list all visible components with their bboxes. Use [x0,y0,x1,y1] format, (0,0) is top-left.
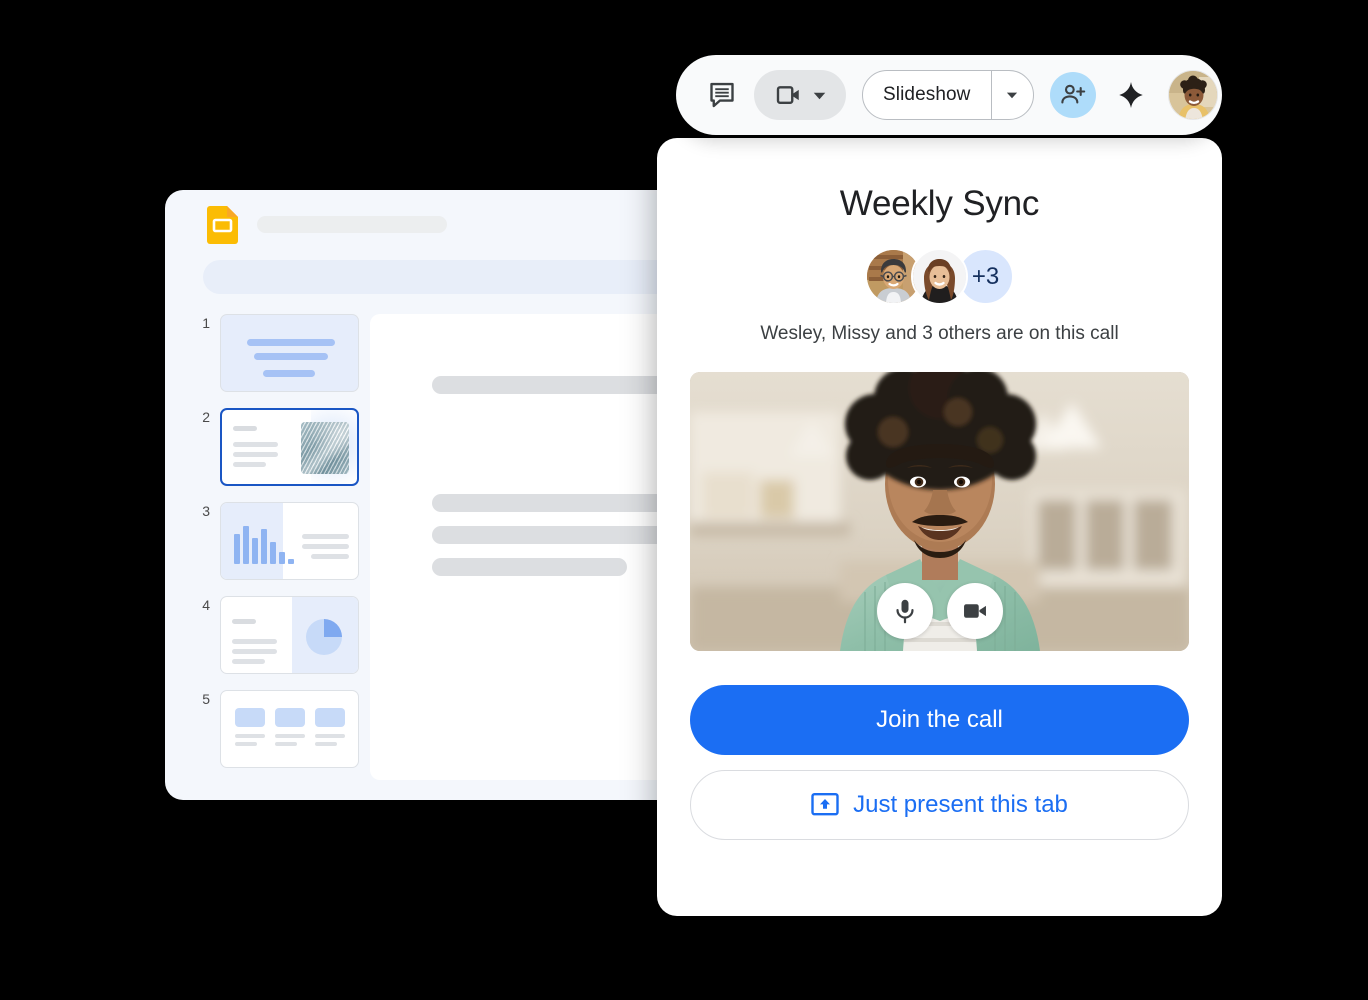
filmstrip-slide-2[interactable]: 2 [192,408,359,486]
preview-controls [876,583,1003,639]
gemini-sparkle-button[interactable] [1110,74,1152,116]
avatar-image [913,250,966,303]
chat-button[interactable] [698,71,746,119]
participant-avatars: +3 [657,248,1222,305]
chevron-down-icon [1006,92,1018,99]
text-line [235,734,265,738]
chart-bar [243,526,249,564]
slides-topbar [165,190,725,252]
present-tab-label: Just present this tab [853,791,1068,818]
present-tab-button[interactable]: Just present this tab [690,770,1189,840]
text-line [235,742,257,746]
text-line [311,554,349,559]
slideshow-dropdown-button[interactable] [990,71,1033,119]
chart-bar [234,534,240,564]
content-card [235,708,265,727]
slide-filmstrip: 1 2 3 4 5 [165,310,359,800]
account-avatar[interactable] [1167,70,1218,120]
meet-floating-toolbar: Slideshow [676,55,1222,135]
slide-number: 3 [202,503,210,519]
content-card [315,708,345,727]
slide-thumbnail-5[interactable] [220,690,359,768]
text-line [232,649,277,654]
slide-thumbnail-4[interactable] [220,596,359,674]
slideshow-button[interactable]: Slideshow [863,71,991,119]
sparkle-icon [1118,82,1143,108]
participant-avatar-missy [911,248,968,305]
slide-thumbnail-1[interactable] [220,314,359,392]
screenshot-stage: 1 2 3 4 5 Slideshow Weekly Sync +3 Wesle… [0,0,1368,1000]
google-slides-window: 1 2 3 4 5 [165,190,725,800]
canvas-placeholder-bar [432,558,627,576]
slide-number: 5 [202,691,210,707]
text-line [315,742,337,746]
caption-bar [263,370,315,377]
slide-thumbnail-2[interactable] [220,408,359,486]
video-camera-icon [963,604,986,618]
chart-bar [261,529,267,564]
chart-bar [288,559,294,564]
subtitle-bar [254,353,328,360]
filmstrip-slide-1[interactable]: 1 [192,314,359,392]
text-line [315,734,345,738]
slides-toolbar-placeholder [203,260,725,294]
microphone-toggle-button[interactable] [876,583,933,639]
present-to-screen-icon [811,793,839,816]
camera-dropdown-button[interactable] [754,70,846,120]
slide-number: 1 [202,315,210,331]
filmstrip-slide-5[interactable]: 5 [192,690,359,768]
filmstrip-slide-3[interactable]: 3 [192,502,359,580]
text-line [302,544,349,549]
slide-number: 4 [202,597,210,613]
text-line [233,462,266,467]
slide-thumbnail-3[interactable] [220,502,359,580]
text-line [275,734,305,738]
join-call-button[interactable]: Join the call [690,685,1189,755]
document-title-placeholder [257,216,447,233]
text-line [233,452,278,457]
participants-summary: Wesley, Missy and 3 others are on this c… [760,323,1119,344]
heading-bar [232,619,256,624]
title-bar [247,339,335,346]
text-line [302,534,349,539]
camera-toggle-button[interactable] [946,583,1003,639]
text-line [232,659,265,664]
slide-image [301,422,349,474]
google-slides-icon [207,206,238,244]
meet-join-card: Weekly Sync +3 Wesley, Missy and 3 other… [657,138,1222,916]
meeting-title: Weekly Sync [839,184,1040,223]
content-card [275,708,305,727]
chart-bar [270,542,276,564]
heading-bar [233,426,257,431]
pie-chart [306,619,342,655]
chat-bubble-icon [710,82,734,108]
video-self-preview [690,372,1189,651]
text-line [232,639,277,644]
filmstrip-slide-4[interactable]: 4 [192,596,359,674]
person-add-icon [1060,84,1085,104]
slideshow-split-button: Slideshow [862,70,1034,120]
avatar-image [1168,71,1217,119]
text-line [275,742,297,746]
text-line [233,442,278,447]
chart-bar [252,538,258,564]
add-person-button[interactable] [1049,72,1096,118]
chart-bar [279,552,285,564]
chevron-down-icon [813,92,825,99]
slide-number: 2 [202,409,210,425]
slides-body: 1 2 3 4 5 [165,310,725,800]
video-camera-icon [776,86,799,104]
microphone-icon [895,599,914,624]
